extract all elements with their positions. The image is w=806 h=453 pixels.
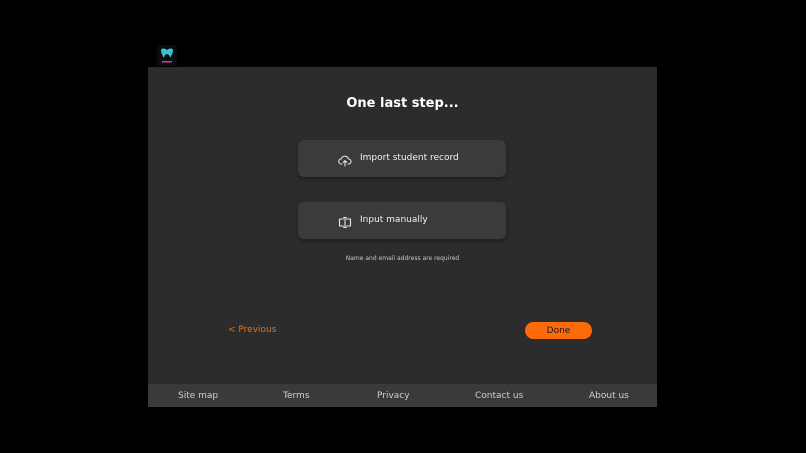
footer-link-terms[interactable]: Terms [283,391,310,401]
input-manually-button[interactable]: Input manually [298,202,506,239]
onboarding-panel: One last step... Import student record I… [148,67,657,384]
cloud-upload-icon [338,152,352,167]
footer-link-privacy[interactable]: Privacy [377,391,410,401]
footer-link-about-us[interactable]: About us [589,391,629,401]
done-button[interactable]: Done [525,322,592,339]
footer: Site map Terms Privacy Contact us About … [148,384,657,407]
input-manually-label: Input manually [360,215,428,225]
import-student-record-button[interactable]: Import student record [298,140,506,177]
text-cursor-input-icon [338,214,352,229]
import-student-record-label: Import student record [360,153,459,163]
previous-button[interactable]: < Previous [228,325,276,335]
required-fields-note: Name and email address are required [345,255,460,262]
page-title: One last step... [346,96,459,111]
footer-link-site-map[interactable]: Site map [178,391,218,401]
footer-link-contact-us[interactable]: Contact us [475,391,523,401]
app-logo-icon [157,45,177,66]
